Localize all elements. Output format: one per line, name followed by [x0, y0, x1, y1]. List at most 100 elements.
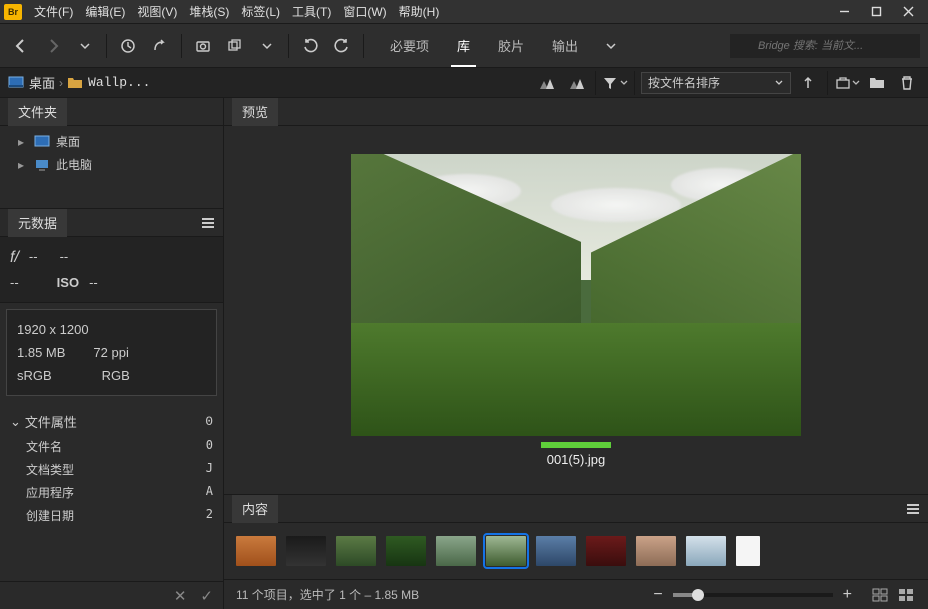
menu-tools[interactable]: 工具(T) — [286, 1, 337, 22]
tree-desktop[interactable]: ▸ 桌面 — [0, 130, 223, 153]
boomerang-icon[interactable] — [147, 33, 173, 59]
folders-title[interactable]: 文件夹 — [8, 98, 67, 126]
folders-header: 文件夹 — [0, 98, 223, 126]
tab-essentials[interactable]: 必要项 — [376, 30, 443, 61]
titlebar: Br 文件(F) 编辑(E) 视图(V) 堆栈(S) 标签(L) 工具(T) 窗… — [0, 0, 928, 24]
delete-icon[interactable] — [894, 72, 920, 94]
metadata-title[interactable]: 元数据 — [8, 209, 67, 237]
tree-item-label: 桌面 — [56, 133, 80, 150]
left-column: 文件夹 ▸ 桌面 ▸ 此电脑 元数据 f/ -- — [0, 98, 224, 609]
folder-icon — [67, 76, 83, 90]
zoom-slider[interactable] — [673, 593, 833, 597]
thumbnail-selected[interactable] — [486, 536, 526, 566]
expand-icon[interactable]: ▸ — [18, 135, 28, 149]
tab-filmstrip[interactable]: 胶片 — [484, 30, 538, 61]
expand-icon[interactable]: ▸ — [18, 158, 28, 172]
filter-rating-alt-icon[interactable] — [563, 72, 589, 94]
zoom-knob[interactable] — [692, 589, 704, 601]
ppi: 72 ppi — [93, 345, 128, 360]
menu-help[interactable]: 帮助(H) — [393, 1, 446, 22]
filter-funnel-icon[interactable] — [602, 72, 628, 94]
menu-stack[interactable]: 堆栈(S) — [183, 1, 235, 22]
thumbnail[interactable] — [286, 536, 326, 566]
nav-dropdown-icon[interactable] — [72, 33, 98, 59]
menu-view[interactable]: 视图(V) — [131, 1, 183, 22]
menu-window[interactable]: 窗口(W) — [337, 1, 392, 22]
thumbnail[interactable] — [336, 536, 376, 566]
desktop-icon — [34, 135, 50, 149]
thumbnail[interactable] — [436, 536, 476, 566]
iso-label: ISO — [57, 275, 79, 290]
view-grid-lock-icon[interactable] — [896, 587, 916, 603]
fileattrs-toggle[interactable]: ⌄ 文件属性 0 — [10, 408, 213, 435]
thumbnail[interactable] — [536, 536, 576, 566]
window-maximize[interactable] — [860, 2, 892, 22]
apply-icon[interactable]: ✓ — [200, 587, 213, 605]
zoom-out-icon[interactable]: − — [653, 586, 662, 604]
path-folder-label: Wallp... — [88, 75, 150, 90]
content-header: 内容 — [224, 495, 928, 523]
rotate-cw[interactable] — [329, 33, 355, 59]
tab-library[interactable]: 库 — [443, 30, 484, 61]
tree-thispc[interactable]: ▸ 此电脑 — [0, 153, 223, 176]
thumbnail[interactable] — [586, 536, 626, 566]
workspace-tabs: 必要项 库 胶片 输出 — [376, 30, 592, 61]
sort-ascending-icon[interactable] — [795, 72, 821, 94]
pathbar: 桌面 › Wallp... 按文件名排序 — [0, 68, 928, 98]
sort-dropdown[interactable]: 按文件名排序 — [641, 72, 791, 94]
window-close[interactable] — [892, 2, 924, 22]
fileattrs-badge: 0 — [205, 414, 213, 429]
preview-title[interactable]: 预览 — [232, 98, 278, 126]
thumbnail-document[interactable] — [736, 536, 760, 566]
tab-output[interactable]: 输出 — [538, 30, 592, 61]
tree-item-label: 此电脑 — [56, 156, 92, 173]
recent-history[interactable] — [115, 33, 141, 59]
filter-rating-icon[interactable] — [533, 72, 559, 94]
menu-edit[interactable]: 编辑(E) — [79, 1, 131, 22]
metadata-header: 元数据 — [0, 209, 223, 237]
view-grid-icon[interactable] — [870, 587, 890, 603]
rotate-ccw[interactable] — [297, 33, 323, 59]
main: 文件夹 ▸ 桌面 ▸ 此电脑 元数据 f/ -- — [0, 98, 928, 609]
batch-icon[interactable] — [222, 33, 248, 59]
app-logo: Br — [4, 4, 22, 20]
open-recent-icon[interactable] — [834, 72, 860, 94]
menu-file[interactable]: 文件(F) — [28, 1, 79, 22]
camera-raw-icon[interactable] — [190, 33, 216, 59]
batch-dropdown-icon[interactable] — [254, 33, 280, 59]
preview-header: 预览 — [224, 98, 928, 126]
preview-body: 001(5).jpg — [224, 126, 928, 494]
path-root[interactable]: 桌面 — [8, 73, 55, 92]
search-input[interactable] — [730, 34, 920, 58]
desktop-icon — [8, 76, 24, 90]
thumbnail[interactable] — [686, 536, 726, 566]
thumbnail[interactable] — [236, 536, 276, 566]
zoom-in-icon[interactable]: + — [843, 586, 852, 604]
panel-menu-icon[interactable] — [906, 504, 920, 514]
fileattr-filename: 文件名0 — [10, 435, 213, 458]
preview-panel: 预览 001(5).jpg — [224, 98, 928, 494]
workspace-more-icon[interactable] — [598, 33, 624, 59]
path-folder[interactable]: Wallp... — [67, 75, 150, 90]
new-folder-icon[interactable] — [864, 72, 890, 94]
path-root-label: 桌面 — [29, 73, 55, 92]
folder-tree: ▸ 桌面 ▸ 此电脑 — [0, 126, 223, 180]
selection-indicator — [541, 442, 611, 448]
computer-icon — [34, 158, 50, 172]
preview-image[interactable] — [351, 154, 801, 436]
panel-menu-icon[interactable] — [201, 218, 215, 228]
path-separator: › — [59, 76, 63, 90]
aperture-value: -- — [29, 249, 38, 267]
nav-back[interactable] — [8, 33, 34, 59]
content-title[interactable]: 内容 — [232, 495, 278, 523]
status-text: 11 个项目，选中了 1 个 – 1.85 MB — [236, 586, 419, 603]
preview-filename: 001(5).jpg — [547, 452, 606, 467]
thumbnail[interactable] — [386, 536, 426, 566]
file-attributes: ⌄ 文件属性 0 文件名0 文档类型J 应用程序A 创建日期2 — [0, 402, 223, 533]
cancel-icon[interactable]: ✕ — [174, 587, 187, 605]
chevron-down-icon — [774, 78, 784, 88]
colorspace1: sRGB — [17, 368, 52, 383]
menu-label[interactable]: 标签(L) — [235, 1, 286, 22]
thumbnail[interactable] — [636, 536, 676, 566]
window-minimize[interactable] — [828, 2, 860, 22]
